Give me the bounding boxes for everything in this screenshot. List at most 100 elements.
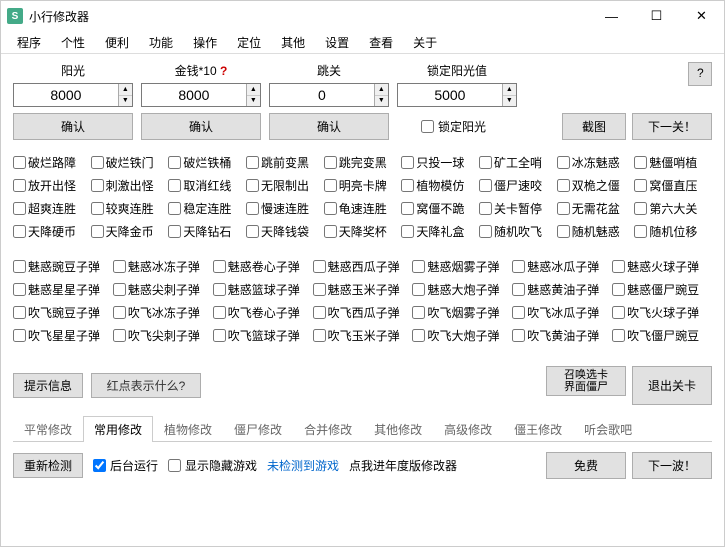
help-button[interactable]: ? xyxy=(688,62,712,86)
option-checkbox[interactable]: 魅惑火球子弹 xyxy=(612,258,712,275)
option-checkbox[interactable]: 取消红线 xyxy=(168,177,246,194)
option-checkbox[interactable]: 魅惑冰冻子弹 xyxy=(113,258,213,275)
option-checkbox[interactable]: 刺激出怪 xyxy=(91,177,169,194)
option-checkbox[interactable]: 魅惑尖刺子弹 xyxy=(113,281,213,298)
sun-input[interactable] xyxy=(14,84,118,106)
tab[interactable]: 高级修改 xyxy=(433,416,503,442)
option-checkbox[interactable]: 魅惑大炮子弹 xyxy=(412,281,512,298)
option-checkbox[interactable]: 稳定连胜 xyxy=(168,200,246,217)
option-checkbox[interactable]: 魅僵哨植 xyxy=(634,154,712,171)
close-button[interactable]: ✕ xyxy=(679,1,724,31)
option-checkbox[interactable]: 超爽连胜 xyxy=(13,200,91,217)
spin-down-icon[interactable]: ▼ xyxy=(247,96,260,107)
redetect-button[interactable]: 重新检测 xyxy=(13,453,83,478)
menu-item[interactable]: 功能 xyxy=(139,32,183,53)
option-checkbox[interactable]: 吹飞西瓜子弹 xyxy=(313,304,413,321)
option-checkbox[interactable]: 破烂路障 xyxy=(13,154,91,171)
option-checkbox[interactable]: 魅惑篮球子弹 xyxy=(213,281,313,298)
option-checkbox[interactable]: 吹飞冰瓜子弹 xyxy=(512,304,612,321)
spin-down-icon[interactable]: ▼ xyxy=(119,96,132,107)
next-level-button[interactable]: 下一关！ xyxy=(632,113,712,140)
option-checkbox[interactable]: 吹飞大炮子弹 xyxy=(412,327,512,344)
money-confirm-button[interactable]: 确认 xyxy=(141,113,261,140)
next-wave-button[interactable]: 下一波！ xyxy=(632,452,712,479)
goto-annual-link[interactable]: 点我进年度版修改器 xyxy=(349,457,457,474)
option-checkbox[interactable]: 魅惑僵尸豌豆 xyxy=(612,281,712,298)
spin-up-icon[interactable]: ▲ xyxy=(119,84,132,96)
spin-down-icon[interactable]: ▼ xyxy=(503,96,516,107)
option-checkbox[interactable]: 天降钻石 xyxy=(168,223,246,240)
option-checkbox[interactable]: 破烂铁门 xyxy=(91,154,169,171)
menu-item[interactable]: 个性 xyxy=(51,32,95,53)
menu-item[interactable]: 操作 xyxy=(183,32,227,53)
spin-up-icon[interactable]: ▲ xyxy=(247,84,260,96)
option-checkbox[interactable]: 吹飞篮球子弹 xyxy=(213,327,313,344)
tab[interactable]: 其他修改 xyxy=(363,416,433,442)
option-checkbox[interactable]: 天降金币 xyxy=(91,223,169,240)
lock-sun-checkbox[interactable]: 锁定阳光 xyxy=(421,118,486,135)
option-checkbox[interactable]: 龟速连胜 xyxy=(324,200,402,217)
menu-item[interactable]: 定位 xyxy=(227,32,271,53)
option-checkbox[interactable]: 慢速连胜 xyxy=(246,200,324,217)
option-checkbox[interactable]: 跳前变黑 xyxy=(246,154,324,171)
exit-level-button[interactable]: 退出关卡 xyxy=(632,366,712,405)
option-checkbox[interactable]: 吹飞尖刺子弹 xyxy=(113,327,213,344)
menu-item[interactable]: 其他 xyxy=(271,32,315,53)
option-checkbox[interactable]: 只投一球 xyxy=(401,154,479,171)
spin-up-icon[interactable]: ▲ xyxy=(503,84,516,96)
tip-info-button[interactable]: 提示信息 xyxy=(13,373,83,398)
option-checkbox[interactable]: 植物模仿 xyxy=(401,177,479,194)
locksun-input[interactable] xyxy=(398,84,502,106)
option-checkbox[interactable]: 关卡暂停 xyxy=(479,200,557,217)
tab[interactable]: 听会歌吧 xyxy=(573,416,643,442)
free-button[interactable]: 免费 xyxy=(546,452,626,479)
option-checkbox[interactable]: 魅惑西瓜子弹 xyxy=(313,258,413,275)
option-checkbox[interactable]: 明亮卡牌 xyxy=(324,177,402,194)
tab[interactable]: 平常修改 xyxy=(13,416,83,442)
option-checkbox[interactable]: 随机魅惑 xyxy=(557,223,635,240)
option-checkbox[interactable]: 天降钱袋 xyxy=(246,223,324,240)
option-checkbox[interactable]: 天降礼盒 xyxy=(401,223,479,240)
menu-item[interactable]: 程序 xyxy=(7,32,51,53)
option-checkbox[interactable]: 魅惑玉米子弹 xyxy=(313,281,413,298)
menu-item[interactable]: 便利 xyxy=(95,32,139,53)
option-checkbox[interactable]: 吹飞玉米子弹 xyxy=(313,327,413,344)
tab[interactable]: 常用修改 xyxy=(83,416,153,442)
maximize-button[interactable]: ☐ xyxy=(634,1,679,31)
skip-confirm-button[interactable]: 确认 xyxy=(269,113,389,140)
screenshot-button[interactable]: 截图 xyxy=(562,113,626,140)
option-checkbox[interactable]: 随机吹飞 xyxy=(479,223,557,240)
sun-spinner[interactable]: ▲▼ xyxy=(13,83,133,107)
option-checkbox[interactable]: 无限制出 xyxy=(246,177,324,194)
option-checkbox[interactable]: 僵尸速咬 xyxy=(479,177,557,194)
option-checkbox[interactable]: 第六大关 xyxy=(634,200,712,217)
minimize-button[interactable]: — xyxy=(589,1,634,31)
option-checkbox[interactable]: 魅惑豌豆子弹 xyxy=(13,258,113,275)
spin-down-icon[interactable]: ▼ xyxy=(375,96,388,107)
bg-run-checkbox[interactable]: 后台运行 xyxy=(93,457,158,474)
option-checkbox[interactable]: 吹飞僵尸豌豆 xyxy=(612,327,712,344)
tab[interactable]: 合并修改 xyxy=(293,416,363,442)
option-checkbox[interactable]: 较爽连胜 xyxy=(91,200,169,217)
spin-up-icon[interactable]: ▲ xyxy=(375,84,388,96)
option-checkbox[interactable]: 跳完变黑 xyxy=(324,154,402,171)
option-checkbox[interactable]: 冰冻魅惑 xyxy=(557,154,635,171)
option-checkbox[interactable]: 双桅之僵 xyxy=(557,177,635,194)
menu-item[interactable]: 查看 xyxy=(359,32,403,53)
option-checkbox[interactable]: 随机位移 xyxy=(634,223,712,240)
skip-spinner[interactable]: ▲▼ xyxy=(269,83,389,107)
option-checkbox[interactable]: 吹飞冰冻子弹 xyxy=(113,304,213,321)
option-checkbox[interactable]: 魅惑烟雾子弹 xyxy=(412,258,512,275)
option-checkbox[interactable]: 吹飞黄油子弹 xyxy=(512,327,612,344)
tab[interactable]: 僵尸修改 xyxy=(223,416,293,442)
option-checkbox[interactable]: 放开出怪 xyxy=(13,177,91,194)
option-checkbox[interactable]: 魅惑卷心子弹 xyxy=(213,258,313,275)
option-checkbox[interactable]: 破烂铁桶 xyxy=(168,154,246,171)
option-checkbox[interactable]: 魅惑星星子弹 xyxy=(13,281,113,298)
option-checkbox[interactable]: 天降奖杯 xyxy=(324,223,402,240)
option-checkbox[interactable]: 吹飞卷心子弹 xyxy=(213,304,313,321)
red-dot-help-button[interactable]: 红点表示什么? xyxy=(91,373,201,398)
option-checkbox[interactable]: 魅惑黄油子弹 xyxy=(512,281,612,298)
money-spinner[interactable]: ▲▼ xyxy=(141,83,261,107)
option-checkbox[interactable]: 天降硬币 xyxy=(13,223,91,240)
